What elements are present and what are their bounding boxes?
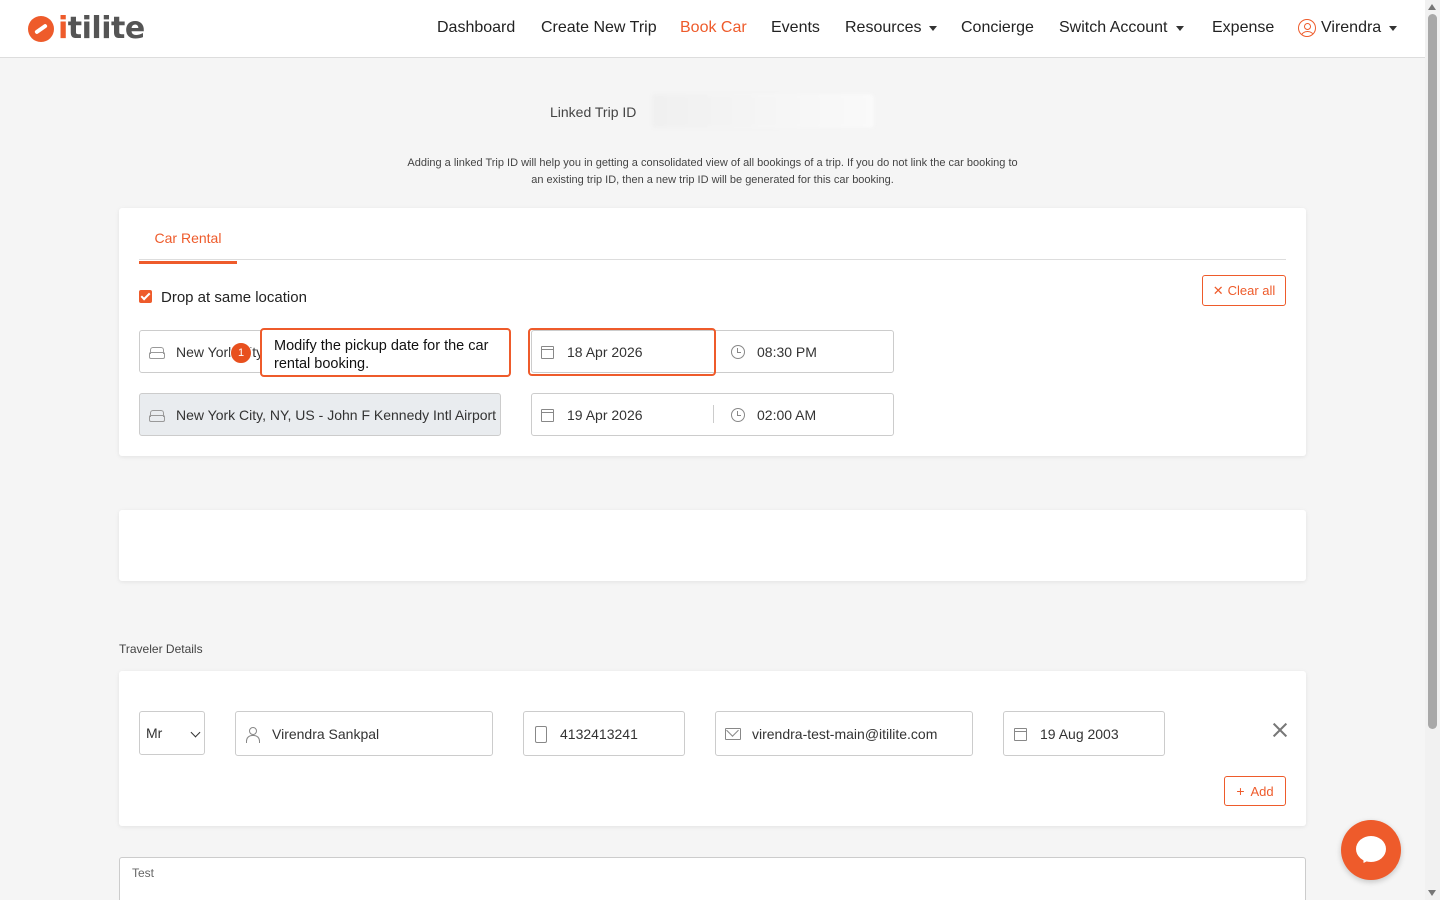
pickup-date-highlight [528, 328, 716, 376]
nav-resources[interactable]: Resources [845, 19, 938, 37]
person-icon [245, 726, 261, 743]
mail-icon [725, 727, 741, 741]
traveler-email-value: virendra-test-main@itilite.com [752, 725, 938, 742]
clock-icon [730, 344, 746, 359]
nav-expense[interactable]: Expense [1212, 19, 1274, 37]
chevron-down-icon [190, 727, 201, 738]
traveler-dob-input[interactable]: 19 Aug 2003 [1003, 711, 1165, 756]
drop-same-location-label: Drop at same location [161, 289, 307, 306]
nav-switch-account[interactable]: Switch Account [1059, 19, 1184, 37]
nav-switch-account-label: Switch Account [1059, 19, 1168, 36]
nav-resources-label: Resources [845, 19, 922, 36]
scroll-up-arrow-icon[interactable] [1428, 4, 1436, 10]
scroll-down-arrow-icon[interactable] [1428, 890, 1436, 896]
add-traveler-label: Add [1250, 783, 1274, 799]
linked-trip-id-label: Linked Trip ID [550, 104, 637, 120]
nav-book-car[interactable]: Book Car [680, 19, 747, 37]
phone-icon [533, 725, 549, 743]
date-time-divider [713, 405, 714, 423]
nav-dashboard[interactable]: Dashboard [437, 19, 515, 37]
calendar-icon [540, 408, 556, 422]
clear-all-button[interactable]: ✕ Clear all [1202, 275, 1286, 306]
nav-user-menu[interactable]: Virendra [1298, 19, 1398, 37]
dropoff-date-input[interactable]: 19 Apr 2026 [531, 393, 713, 436]
user-circle-icon [1298, 19, 1316, 37]
caret-down-icon [929, 25, 938, 31]
step-number-badge: 1 [230, 342, 252, 364]
traveler-phone-value: 4132413241 [560, 725, 638, 742]
linked-trip-id-input[interactable] [652, 94, 874, 128]
pickup-time-value: 08:30 PM [757, 343, 817, 360]
clear-all-label: Clear all [1227, 283, 1276, 298]
dropoff-time-input[interactable]: 02:00 AM [721, 394, 893, 435]
drop-same-location-checkbox[interactable] [139, 290, 152, 303]
car-icon [149, 408, 165, 422]
nav-concierge[interactable]: Concierge [961, 19, 1034, 37]
plus-icon: + [1236, 783, 1245, 799]
notes-textarea[interactable] [119, 857, 1306, 900]
pickup-time-input[interactable]: 08:30 PM [721, 331, 893, 372]
nav-create-new-trip[interactable]: Create New Trip [541, 19, 657, 37]
notes-label: Test [132, 866, 155, 880]
title-select[interactable]: Mr [139, 711, 205, 755]
linked-trip-note: Adding a linked Trip ID will help you in… [407, 157, 1018, 186]
title-select-value: Mr [146, 725, 163, 741]
car-icon [149, 345, 165, 359]
add-traveler-button[interactable]: + Add [1224, 776, 1286, 806]
traveler-details-label: Traveler Details [119, 642, 203, 656]
tab-divider [139, 259, 1286, 260]
page-scrollbar[interactable] [1425, 0, 1440, 900]
caret-down-icon [1389, 25, 1398, 31]
traveler-name-value: Virendra Sankpal [272, 725, 380, 742]
caret-down-icon [1175, 25, 1184, 31]
traveler-dob-value: 19 Aug 2003 [1040, 725, 1119, 742]
user-name: Virendra [1321, 19, 1382, 36]
dropoff-location-input[interactable]: New York City, NY, US - John F Kennedy I… [139, 393, 501, 436]
traveler-email-input[interactable]: virendra-test-main@itilite.com [715, 711, 973, 756]
nav-events[interactable]: Events [771, 19, 820, 37]
traveler-phone-input[interactable]: 4132413241 [523, 711, 685, 756]
plane-logo-icon [28, 16, 54, 42]
guide-tooltip: Modify the pickup date for the car renta… [260, 328, 511, 377]
scrollbar-thumb[interactable] [1428, 14, 1437, 729]
chat-bubble-icon [1356, 836, 1386, 862]
remove-traveler-close-icon[interactable] [1270, 720, 1290, 740]
chat-support-button[interactable] [1341, 820, 1401, 880]
logo-text: itilite [58, 11, 145, 46]
dropoff-location-value: New York City, NY, US - John F Kennedy I… [176, 406, 501, 423]
results-card [119, 510, 1306, 581]
close-icon: ✕ [1212, 282, 1224, 298]
dropoff-date-value: 19 Apr 2026 [567, 406, 643, 423]
top-header: itilite Dashboard Create New Trip Book C… [0, 0, 1425, 58]
traveler-name-input[interactable]: Virendra Sankpal [235, 711, 493, 756]
dropoff-time-value: 02:00 AM [757, 406, 817, 423]
calendar-icon [1013, 727, 1029, 741]
itilite-logo[interactable]: itilite [28, 12, 145, 46]
clock-icon [730, 407, 746, 422]
